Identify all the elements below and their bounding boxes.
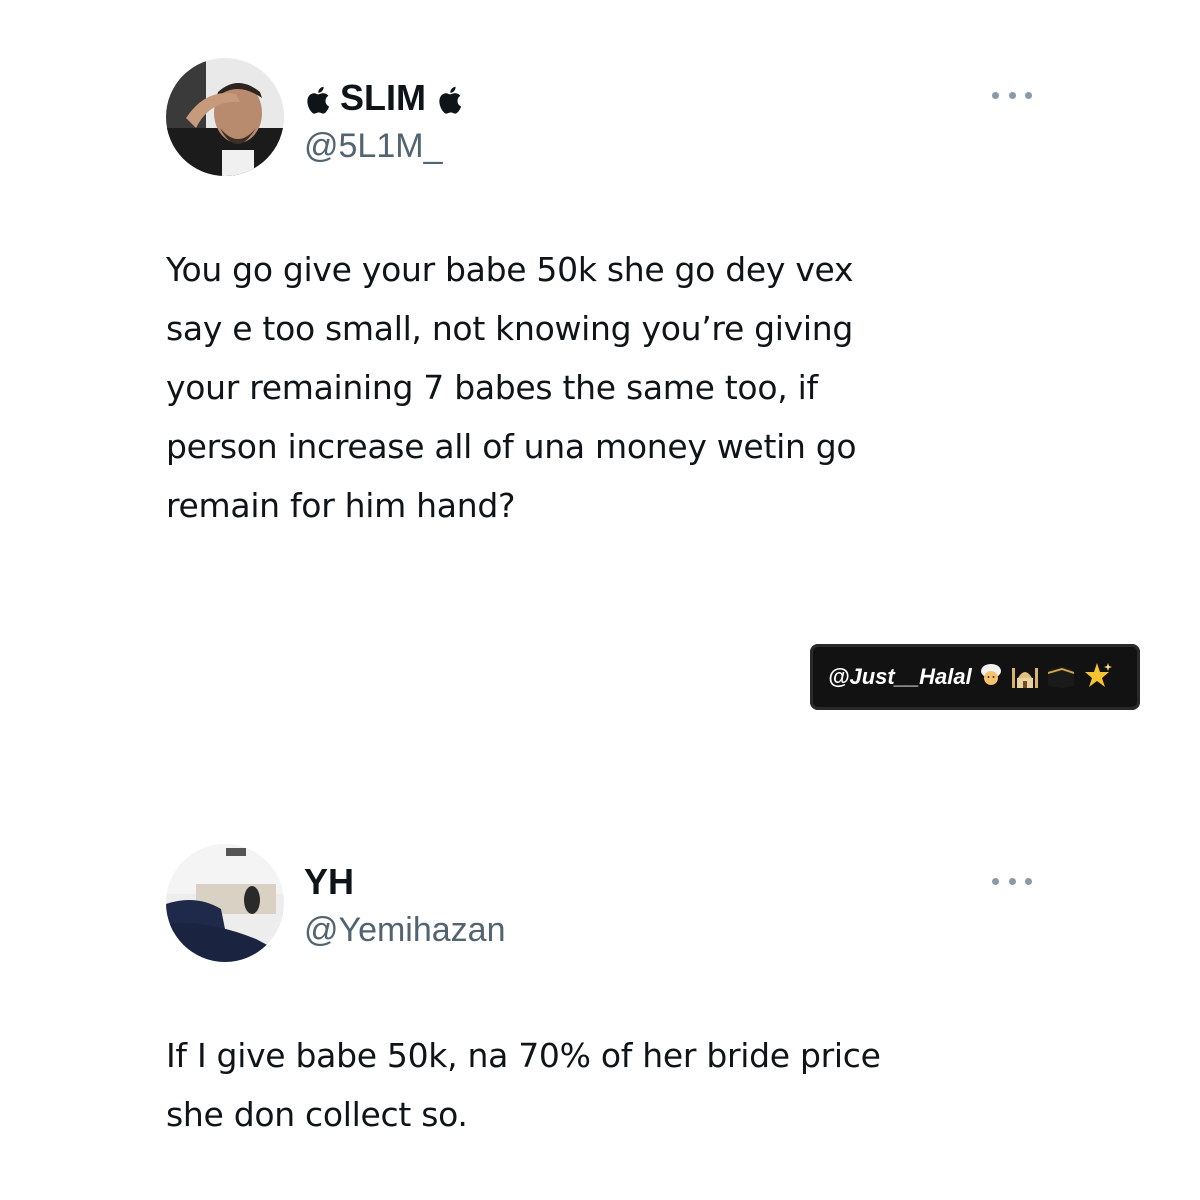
- kaaba-icon: [1046, 662, 1076, 693]
- tweet-text-line: she don collect so.: [166, 1095, 468, 1134]
- display-name-text: SLIM: [340, 77, 426, 118]
- user-handle[interactable]: @5L1M_: [304, 126, 442, 166]
- tweet-text: If I give babe 50k, na 70% of her bride …: [166, 1026, 1046, 1144]
- display-name-text: YH: [304, 861, 355, 902]
- tweet-text: You go give your babe 50k she go dey vex…: [166, 240, 1046, 535]
- tweet-text-line: You go give your babe 50k she go dey vex: [166, 250, 854, 289]
- tweet-text-line: person increase all of una money wetin g…: [166, 427, 857, 466]
- person-with-turban-icon: [978, 662, 1004, 693]
- avatar[interactable]: [166, 58, 284, 176]
- tweet-text-line: say e too small, not knowing you’re givi…: [166, 309, 854, 348]
- display-name[interactable]: YH: [304, 862, 354, 902]
- mosque-icon: [1010, 662, 1040, 693]
- display-name[interactable]: SLIM: [304, 78, 462, 118]
- tweet-text-line: your remaining 7 babes the same too, if: [166, 368, 818, 407]
- avatar[interactable]: [166, 844, 284, 962]
- sparkle-star-icon: [1082, 661, 1112, 694]
- apple-icon: [436, 83, 462, 114]
- tweet-text-line: If I give babe 50k, na 70% of her bride …: [166, 1036, 881, 1075]
- watermark-text: @Just__Halal: [828, 664, 972, 689]
- watermark-badge: @Just__Halal: [810, 644, 1140, 710]
- apple-icon: [304, 83, 330, 114]
- more-options-icon[interactable]: [992, 874, 1032, 888]
- user-handle[interactable]: @Yemihazan: [304, 910, 506, 950]
- tweet-text-line: remain for him hand?: [166, 486, 516, 525]
- more-options-icon[interactable]: [992, 88, 1032, 102]
